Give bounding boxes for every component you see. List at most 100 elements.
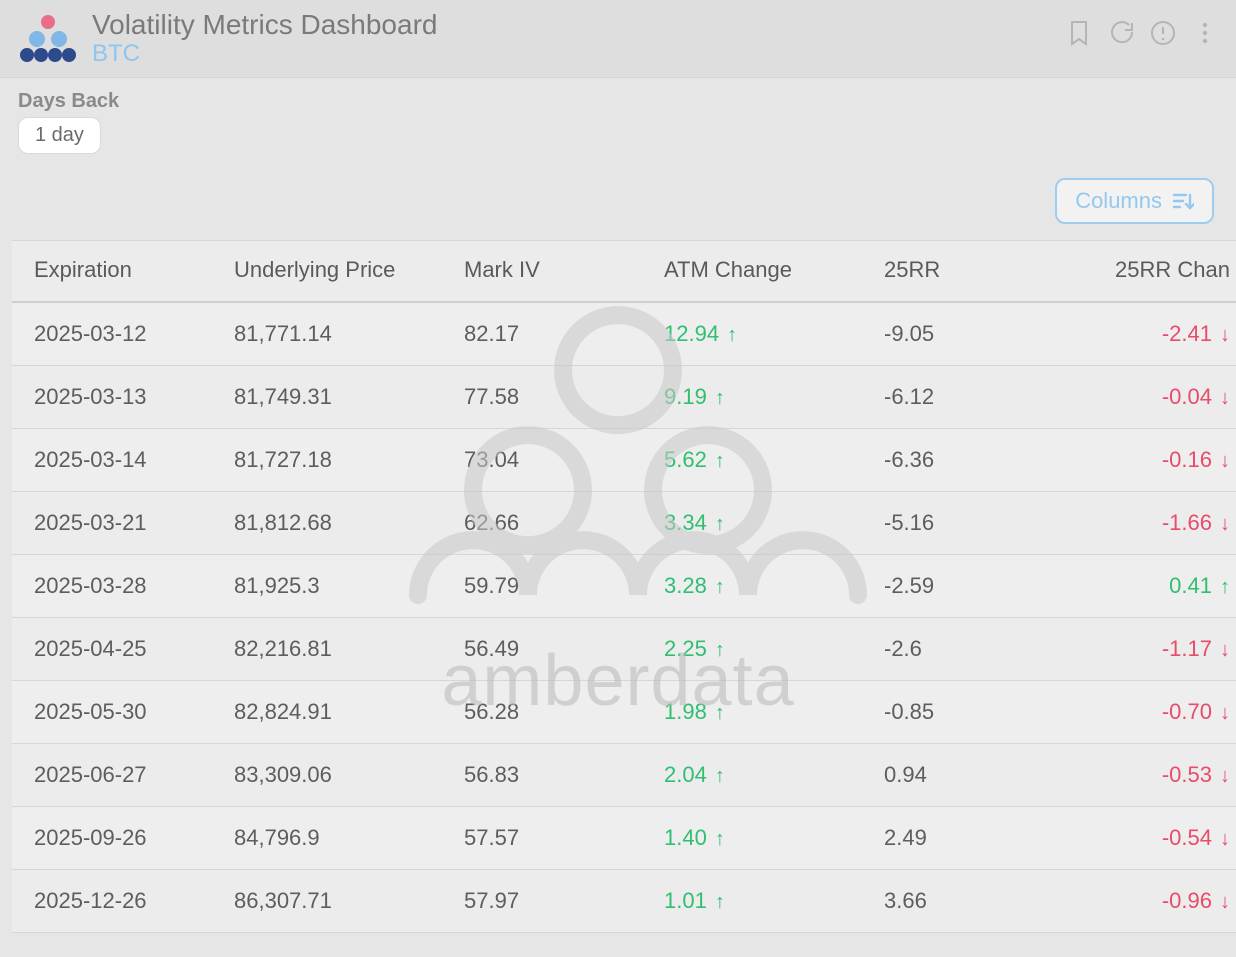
arrow-up-icon: ↑ — [715, 513, 725, 536]
arrow-up-icon: ↑ — [715, 891, 725, 914]
arrow-up-icon: ↑ — [715, 576, 725, 599]
cell-atm-change: 3.34↑ — [642, 492, 862, 555]
cell-underlying-price: 82,824.91 — [212, 681, 442, 744]
cell-mark-iv: 56.83 — [442, 744, 642, 807]
cell-mark-iv: 56.28 — [442, 681, 642, 744]
cell-underlying-price: 83,309.06 — [212, 744, 442, 807]
arrow-down-icon: ↓ — [1220, 828, 1230, 851]
table-row: 2025-03-2181,812.6862.663.34↑-5.16-1.66↓ — [12, 492, 1236, 555]
days-back-value: 1 day — [35, 124, 84, 146]
cell-25rr: -2.59 — [862, 555, 1052, 618]
cell-underlying-price: 81,771.14 — [212, 302, 442, 366]
cell-25rr-change: -0.04↓ — [1052, 366, 1236, 429]
col-underlying-price[interactable]: Underlying Price — [212, 241, 442, 303]
table-row: 2025-03-2881,925.359.793.28↑-2.590.41↑ — [12, 555, 1236, 618]
cell-expiration: 2025-03-28 — [12, 555, 212, 618]
cell-25rr-change: -0.16↓ — [1052, 429, 1236, 492]
cell-25rr-change: -0.53↓ — [1052, 744, 1236, 807]
cell-25rr-change: -2.41↓ — [1052, 302, 1236, 366]
table-row: 2025-03-1281,771.1482.1712.94↑-9.05-2.41… — [12, 302, 1236, 366]
cell-atm-change: 2.25↑ — [642, 618, 862, 681]
cell-atm-change: 2.04↑ — [642, 744, 862, 807]
cell-atm-change: 5.62↑ — [642, 429, 862, 492]
arrow-up-icon: ↑ — [715, 702, 725, 725]
arrow-down-icon: ↓ — [1220, 387, 1230, 410]
cell-expiration: 2025-03-14 — [12, 429, 212, 492]
arrow-down-icon: ↓ — [1220, 765, 1230, 788]
cell-atm-change: 1.98↑ — [642, 681, 862, 744]
cell-25rr: -0.85 — [862, 681, 1052, 744]
arrow-up-icon: ↑ — [715, 639, 725, 662]
cell-underlying-price: 81,727.18 — [212, 429, 442, 492]
arrow-down-icon: ↓ — [1220, 639, 1230, 662]
arrow-up-icon: ↑ — [715, 450, 725, 473]
refresh-icon[interactable] — [1108, 20, 1134, 46]
controls-row: Days Back 1 day — [0, 78, 1236, 158]
cell-expiration: 2025-05-30 — [12, 681, 212, 744]
cell-mark-iv: 57.97 — [442, 870, 642, 933]
col-expiration[interactable]: Expiration — [12, 241, 212, 303]
col-atm-change[interactable]: ATM Change — [642, 241, 862, 303]
cell-atm-change: 12.94↑ — [642, 302, 862, 366]
cell-25rr: -6.36 — [862, 429, 1052, 492]
columns-button[interactable]: Columns — [1055, 178, 1214, 224]
cell-underlying-price: 81,812.68 — [212, 492, 442, 555]
cell-atm-change: 1.01↑ — [642, 870, 862, 933]
cell-25rr-change: -1.66↓ — [1052, 492, 1236, 555]
cell-expiration: 2025-12-26 — [12, 870, 212, 933]
cell-mark-iv: 59.79 — [442, 555, 642, 618]
arrow-down-icon: ↓ — [1220, 891, 1230, 914]
arrow-up-icon: ↑ — [715, 828, 725, 851]
cell-25rr: -2.6 — [862, 618, 1052, 681]
arrow-up-icon: ↑ — [715, 387, 725, 410]
cell-25rr: 3.66 — [862, 870, 1052, 933]
table-row: 2025-03-1381,749.3177.589.19↑-6.12-0.04↓ — [12, 366, 1236, 429]
cell-expiration: 2025-04-25 — [12, 618, 212, 681]
cell-underlying-price: 82,216.81 — [212, 618, 442, 681]
table-row: 2025-04-2582,216.8156.492.25↑-2.6-1.17↓ — [12, 618, 1236, 681]
alert-icon[interactable] — [1150, 20, 1176, 46]
header: Volatility Metrics Dashboard BTC — [0, 0, 1236, 78]
bookmark-icon[interactable] — [1066, 20, 1092, 46]
cell-25rr-change: -1.17↓ — [1052, 618, 1236, 681]
table-row: 2025-06-2783,309.0656.832.04↑0.94-0.53↓ — [12, 744, 1236, 807]
col-25rr-change[interactable]: 25RR Chan — [1052, 241, 1236, 303]
cell-mark-iv: 77.58 — [442, 366, 642, 429]
arrow-up-icon: ↑ — [727, 324, 737, 347]
cell-expiration: 2025-06-27 — [12, 744, 212, 807]
cell-25rr: 0.94 — [862, 744, 1052, 807]
cell-expiration: 2025-03-21 — [12, 492, 212, 555]
arrow-down-icon: ↓ — [1220, 324, 1230, 347]
asset-symbol[interactable]: BTC — [92, 41, 1066, 67]
cell-25rr-change: -0.70↓ — [1052, 681, 1236, 744]
columns-sort-icon — [1172, 191, 1194, 211]
days-back-select[interactable]: 1 day — [18, 117, 101, 154]
table-row: 2025-03-1481,727.1873.045.62↑-6.36-0.16↓ — [12, 429, 1236, 492]
arrow-down-icon: ↓ — [1220, 513, 1230, 536]
more-icon[interactable] — [1192, 20, 1218, 46]
cell-expiration: 2025-03-12 — [12, 302, 212, 366]
table-row: 2025-12-2686,307.7157.971.01↑3.66-0.96↓ — [12, 870, 1236, 933]
col-25rr[interactable]: 25RR — [862, 241, 1052, 303]
table-row: 2025-09-2684,796.957.571.40↑2.49-0.54↓ — [12, 807, 1236, 870]
cell-atm-change: 1.40↑ — [642, 807, 862, 870]
cell-25rr: 2.49 — [862, 807, 1052, 870]
col-mark-iv[interactable]: Mark IV — [442, 241, 642, 303]
page-title: Volatility Metrics Dashboard — [92, 10, 1066, 41]
table-row: 2025-05-3082,824.9156.281.98↑-0.85-0.70↓ — [12, 681, 1236, 744]
cell-mark-iv: 62.66 — [442, 492, 642, 555]
arrow-down-icon: ↓ — [1220, 450, 1230, 473]
days-back-label: Days Back — [18, 90, 1218, 113]
cell-mark-iv: 56.49 — [442, 618, 642, 681]
cell-underlying-price: 84,796.9 — [212, 807, 442, 870]
columns-button-label: Columns — [1075, 188, 1162, 214]
cell-25rr: -5.16 — [862, 492, 1052, 555]
cell-mark-iv: 73.04 — [442, 429, 642, 492]
arrow-up-icon: ↑ — [715, 765, 725, 788]
cell-25rr: -9.05 — [862, 302, 1052, 366]
table-header-row: Expiration Underlying Price Mark IV ATM … — [12, 241, 1236, 303]
arrow-up-icon: ↑ — [1220, 576, 1230, 599]
cell-atm-change: 3.28↑ — [642, 555, 862, 618]
metrics-table: Expiration Underlying Price Mark IV ATM … — [12, 240, 1224, 933]
cell-25rr-change: -0.54↓ — [1052, 807, 1236, 870]
